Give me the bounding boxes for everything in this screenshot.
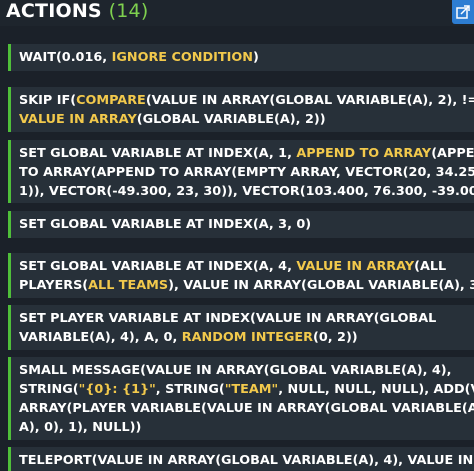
action-row[interactable]: SET GLOBAL VARIABLE AT INDEX(A, 4, VALUE…	[8, 253, 474, 298]
action-token: (APPEND	[431, 146, 474, 161]
action-token: SET GLOBAL VARIABLE AT INDEX	[19, 217, 253, 232]
export-button[interactable]	[452, 0, 474, 24]
action-line: SET GLOBAL VARIABLE AT INDEX(A, 3, 0)	[19, 215, 468, 234]
action-token: A), 0), 1), NULL))	[19, 420, 142, 435]
action-line: SKIP IF(COMPARE(VALUE IN ARRAY(GLOBAL VA…	[19, 91, 474, 110]
action-line: WAIT(0.016, IGNORE CONDITION)	[19, 48, 468, 67]
action-token: )	[252, 50, 259, 65]
action-constant: IGNORE CONDITION	[111, 50, 253, 65]
action-line: SET GLOBAL VARIABLE AT INDEX(A, 1, APPEN…	[19, 144, 474, 163]
action-line: VARIABLE(A), 4), A, 0, RANDOM INTEGER(0,…	[19, 328, 468, 347]
action-token: STRING(	[19, 382, 79, 397]
action-token: VARIABLE(A), 4), A, 0,	[19, 330, 182, 345]
action-token: , NULL, NULL, NULL), ADD(VALUE IN	[278, 382, 474, 397]
action-constant: COMPARE	[76, 93, 146, 108]
action-token: (GLOBAL VARIABLE(A), 2))	[136, 112, 326, 127]
action-line: STRING("{0}: {1}", STRING("TEAM", NULL, …	[19, 380, 474, 399]
action-line: TO ARRAY(APPEND TO ARRAY(EMPTY ARRAY, VE…	[19, 163, 474, 182]
action-token: (VALUE IN ARRAY(GLOBAL	[250, 311, 437, 326]
action-row[interactable]: SET GLOBAL VARIABLE AT INDEX(A, 3, 0)	[8, 211, 474, 238]
action-token: SMALL MESSAGE	[19, 363, 141, 378]
action-constant: APPEND TO ARRAY	[296, 146, 432, 161]
action-line: SMALL MESSAGE(VALUE IN ARRAY(GLOBAL VARI…	[19, 361, 468, 380]
action-constant: "{0}: {1}"	[78, 382, 156, 397]
export-icon	[456, 5, 470, 19]
action-token: , STRING(	[155, 382, 225, 397]
actions-header: ACTIONS (14)	[0, 0, 474, 26]
action-token: (VALUE IN ARRAY(GLOBAL VARIABLE(A), 4),	[140, 363, 452, 378]
action-line: A), 0), 1), NULL))	[19, 418, 468, 437]
action-line: ARRAY(PLAYER VARIABLE(VALUE IN ARRAY(GLO…	[19, 399, 474, 418]
action-token: ), VALUE IN ARRAY(GLOBAL VARIABLE(A), 3)…	[168, 278, 474, 293]
action-line: SET GLOBAL VARIABLE AT INDEX(A, 4, VALUE…	[19, 257, 468, 276]
action-constant: VALUE IN ARRAY	[19, 112, 137, 127]
actions-title: ACTIONS (14)	[6, 0, 148, 22]
action-token: SKIP IF	[19, 93, 71, 108]
action-row[interactable]: WAIT(0.016, IGNORE CONDITION)	[8, 44, 474, 71]
action-token: WAIT	[19, 50, 56, 65]
action-line: 1)), VECTOR(-49.300, 23, 30)), VECTOR(10…	[19, 182, 474, 201]
action-row[interactable]: TELEPORT(VALUE IN ARRAY(GLOBAL VARIABLE(…	[8, 447, 474, 471]
action-constant: VALUE IN ARRAY	[296, 259, 415, 274]
action-token: (0, 2))	[312, 330, 358, 345]
action-row[interactable]: SMALL MESSAGE(VALUE IN ARRAY(GLOBAL VARI…	[8, 357, 474, 440]
action-line: TELEPORT(VALUE IN ARRAY(GLOBAL VARIABLE(…	[19, 451, 473, 470]
action-token: (ALL	[414, 259, 447, 274]
action-token: TELEPORT	[19, 453, 92, 468]
action-token: (0.016,	[55, 50, 112, 65]
action-constant: ALL TEAMS	[88, 278, 169, 293]
action-token: SET PLAYER VARIABLE AT INDEX	[19, 311, 251, 326]
action-row[interactable]: SET GLOBAL VARIABLE AT INDEX(A, 1, APPEN…	[8, 140, 474, 203]
action-line: SET PLAYER VARIABLE AT INDEX(VALUE IN AR…	[19, 309, 468, 328]
action-constant: "TEAM"	[224, 382, 279, 397]
action-line: PLAYERS(ALL TEAMS), VALUE IN ARRAY(GLOBA…	[19, 276, 474, 295]
action-token: SET GLOBAL VARIABLE AT INDEX	[19, 259, 253, 274]
action-token: (A, 3, 0)	[252, 217, 312, 232]
action-token: 1)), VECTOR(-49.300, 23, 30)), VECTOR(10…	[19, 184, 474, 199]
actions-count: (14)	[108, 0, 149, 22]
action-row[interactable]: SET PLAYER VARIABLE AT INDEX(VALUE IN AR…	[8, 305, 474, 350]
action-row[interactable]: SKIP IF(COMPARE(VALUE IN ARRAY(GLOBAL VA…	[8, 87, 474, 132]
action-token: (A, 4,	[252, 259, 297, 274]
action-token: (VALUE IN ARRAY(GLOBAL VARIABLE(A), 2), …	[145, 93, 474, 108]
action-line: VALUE IN ARRAY(GLOBAL VARIABLE(A), 2))	[19, 110, 468, 129]
action-token: TO ARRAY(APPEND TO ARRAY(EMPTY ARRAY, VE…	[19, 165, 474, 180]
action-token: (A, 1,	[252, 146, 297, 161]
action-token: PLAYERS(	[19, 278, 89, 293]
actions-title-label: ACTIONS	[6, 0, 102, 22]
action-token: SET GLOBAL VARIABLE AT INDEX	[19, 146, 253, 161]
action-constant: RANDOM INTEGER	[181, 330, 313, 345]
action-token: ARRAY(PLAYER VARIABLE(VALUE IN ARRAY(GLO…	[19, 401, 474, 416]
action-token: (VALUE IN ARRAY(GLOBAL VARIABLE(A), 4), …	[91, 453, 474, 468]
